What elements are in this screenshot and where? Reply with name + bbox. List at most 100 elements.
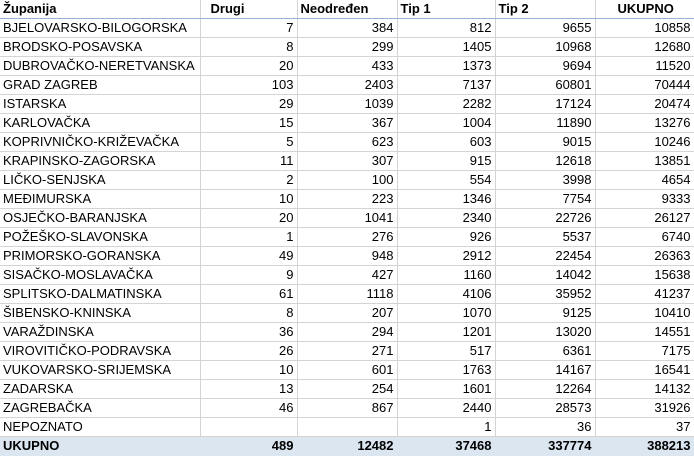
cell-tip2[interactable]: 9655 [495, 18, 596, 38]
cell-ukupno[interactable]: 10246 [595, 132, 694, 152]
header-tip1[interactable]: Tip 1 [397, 0, 496, 19]
cell-ukupno[interactable]: 12680 [595, 37, 694, 57]
cell-zupanija[interactable]: VARAŽDINSKA [0, 322, 201, 342]
cell-tip1[interactable]: 1201 [397, 322, 496, 342]
cell-tip2[interactable]: 22726 [495, 208, 596, 228]
cell-neodredjen[interactable]: 1041 [297, 208, 398, 228]
cell-neodredjen[interactable]: 100 [297, 170, 398, 190]
cell-tip2[interactable]: 9694 [495, 56, 596, 76]
cell-drugi[interactable]: 103 [200, 75, 298, 95]
cell-tip2[interactable]: 9015 [495, 132, 596, 152]
cell-zupanija[interactable]: MEĐIMURSKA [0, 189, 201, 209]
cell-tip2[interactable]: 14167 [495, 360, 596, 380]
cell-zupanija[interactable]: ZADARSKA [0, 379, 201, 399]
cell-ukupno[interactable]: 14132 [595, 379, 694, 399]
cell-tip2[interactable]: 17124 [495, 94, 596, 114]
cell-drugi[interactable]: 9 [200, 265, 298, 285]
cell-tip2[interactable]: 28573 [495, 398, 596, 418]
cell-tip2[interactable]: 60801 [495, 75, 596, 95]
cell-drugi[interactable]: 46 [200, 398, 298, 418]
cell-neodredjen[interactable]: 207 [297, 303, 398, 323]
cell-drugi[interactable]: 1 [200, 227, 298, 247]
cell-ukupno[interactable]: 7175 [595, 341, 694, 361]
cell-drugi[interactable]: 5 [200, 132, 298, 152]
total-tip2[interactable]: 337774 [495, 436, 596, 456]
cell-drugi[interactable]: 20 [200, 208, 298, 228]
total-ukupno[interactable]: 388213 [595, 436, 694, 456]
cell-tip2[interactable]: 36 [495, 417, 596, 437]
cell-drugi[interactable]: 10 [200, 360, 298, 380]
cell-ukupno[interactable]: 70444 [595, 75, 694, 95]
header-tip2[interactable]: Tip 2 [495, 0, 596, 19]
cell-drugi[interactable]: 61 [200, 284, 298, 304]
total-neodredjen[interactable]: 12482 [297, 436, 398, 456]
cell-tip2[interactable]: 7754 [495, 189, 596, 209]
cell-neodredjen[interactable]: 2403 [297, 75, 398, 95]
cell-zupanija[interactable]: NEPOZNATO [0, 417, 201, 437]
header-neodredjen[interactable]: Neodređen [297, 0, 398, 19]
cell-zupanija[interactable]: VIROVITIČKO-PODRAVSKA [0, 341, 201, 361]
cell-tip1[interactable]: 926 [397, 227, 496, 247]
cell-drugi[interactable]: 15 [200, 113, 298, 133]
cell-tip1[interactable]: 4106 [397, 284, 496, 304]
cell-ukupno[interactable]: 14551 [595, 322, 694, 342]
cell-tip1[interactable]: 1763 [397, 360, 496, 380]
cell-tip1[interactable]: 1160 [397, 265, 496, 285]
cell-tip1[interactable]: 1070 [397, 303, 496, 323]
cell-neodredjen[interactable]: 384 [297, 18, 398, 38]
cell-ukupno[interactable]: 15638 [595, 265, 694, 285]
cell-zupanija[interactable]: BRODSKO-POSAVSKA [0, 37, 201, 57]
cell-ukupno[interactable]: 4654 [595, 170, 694, 190]
cell-zupanija[interactable]: BJELOVARSKO-BILOGORSKA [0, 18, 201, 38]
cell-tip2[interactable]: 35952 [495, 284, 596, 304]
cell-tip1[interactable]: 1004 [397, 113, 496, 133]
cell-zupanija[interactable]: PRIMORSKO-GORANSKA [0, 246, 201, 266]
cell-zupanija[interactable]: ŠIBENSKO-KNINSKA [0, 303, 201, 323]
cell-ukupno[interactable]: 10858 [595, 18, 694, 38]
cell-drugi[interactable]: 36 [200, 322, 298, 342]
cell-drugi[interactable]: 11 [200, 151, 298, 171]
cell-tip2[interactable]: 11890 [495, 113, 596, 133]
cell-zupanija[interactable]: GRAD ZAGREB [0, 75, 201, 95]
cell-tip2[interactable]: 6361 [495, 341, 596, 361]
cell-tip2[interactable]: 22454 [495, 246, 596, 266]
cell-drugi[interactable]: 49 [200, 246, 298, 266]
cell-ukupno[interactable]: 11520 [595, 56, 694, 76]
cell-zupanija[interactable]: SISAČKO-MOSLAVAČKA [0, 265, 201, 285]
cell-tip1[interactable]: 915 [397, 151, 496, 171]
cell-neodredjen[interactable]: 307 [297, 151, 398, 171]
cell-zupanija[interactable]: DUBROVAČKO-NERETVANSKA [0, 56, 201, 76]
cell-tip1[interactable]: 2912 [397, 246, 496, 266]
cell-zupanija[interactable]: LIČKO-SENJSKA [0, 170, 201, 190]
cell-zupanija[interactable]: KRAPINSKO-ZAGORSKA [0, 151, 201, 171]
cell-zupanija[interactable]: ZAGREBAČKA [0, 398, 201, 418]
cell-tip1[interactable]: 1346 [397, 189, 496, 209]
cell-tip2[interactable]: 3998 [495, 170, 596, 190]
cell-tip1[interactable]: 1405 [397, 37, 496, 57]
cell-ukupno[interactable]: 31926 [595, 398, 694, 418]
cell-neodredjen[interactable]: 1039 [297, 94, 398, 114]
cell-neodredjen[interactable]: 867 [297, 398, 398, 418]
cell-neodredjen[interactable]: 271 [297, 341, 398, 361]
cell-drugi[interactable]: 13 [200, 379, 298, 399]
cell-zupanija[interactable]: SPLITSKO-DALMATINSKA [0, 284, 201, 304]
cell-ukupno[interactable]: 26127 [595, 208, 694, 228]
cell-ukupno[interactable]: 16541 [595, 360, 694, 380]
cell-ukupno[interactable]: 20474 [595, 94, 694, 114]
cell-tip1[interactable]: 554 [397, 170, 496, 190]
cell-tip2[interactable]: 14042 [495, 265, 596, 285]
cell-ukupno[interactable]: 37 [595, 417, 694, 437]
cell-ukupno[interactable]: 41237 [595, 284, 694, 304]
header-ukupno[interactable]: UKUPNO [595, 0, 694, 19]
cell-drugi[interactable]: 29 [200, 94, 298, 114]
cell-drugi[interactable]: 20 [200, 56, 298, 76]
total-tip1[interactable]: 37468 [397, 436, 496, 456]
cell-tip2[interactable]: 5537 [495, 227, 596, 247]
cell-neodredjen[interactable]: 294 [297, 322, 398, 342]
cell-zupanija[interactable]: VUKOVARSKO-SRIJEMSKA [0, 360, 201, 380]
cell-neodredjen[interactable] [297, 417, 398, 437]
cell-neodredjen[interactable]: 276 [297, 227, 398, 247]
cell-tip2[interactable]: 12264 [495, 379, 596, 399]
cell-neodredjen[interactable]: 1118 [297, 284, 398, 304]
cell-drugi[interactable]: 2 [200, 170, 298, 190]
